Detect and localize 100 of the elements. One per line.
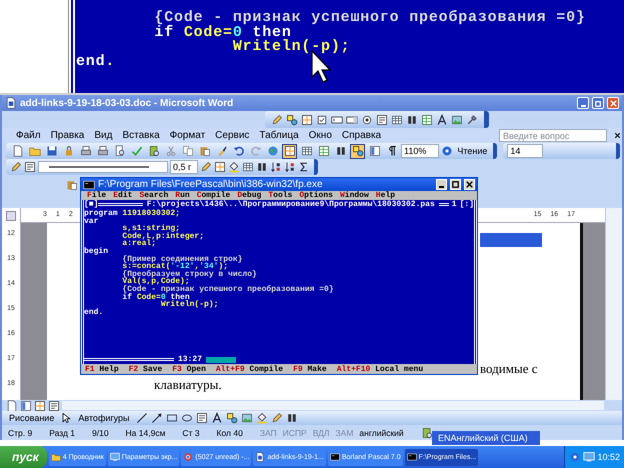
pointer-icon[interactable]: [60, 412, 72, 424]
line-style-dropdown[interactable]: [38, 161, 168, 173]
autoshapes-menu-button[interactable]: Автофигуры: [75, 413, 133, 423]
close-button[interactable]: [464, 179, 475, 190]
columns-icon[interactable]: [406, 114, 418, 126]
table-icon[interactable]: [391, 114, 403, 126]
fill-bucket-icon[interactable]: [228, 161, 240, 173]
shapes-icon: [352, 145, 364, 157]
wrench-icon[interactable]: [466, 114, 478, 126]
minimize-button[interactable]: [436, 179, 447, 190]
help-icon[interactable]: [569, 451, 582, 463]
menu-item[interactable]: Сервис: [211, 130, 254, 141]
status-item: Ст 3: [182, 428, 200, 438]
toolbar-button[interactable]: [350, 144, 365, 158]
shapes-icon[interactable]: [226, 412, 238, 424]
hotkey-hint[interactable]: F3 Open: [172, 364, 206, 374]
columns-icon[interactable]: [286, 412, 298, 424]
menu-item[interactable]: Search: [139, 191, 168, 200]
spreadsheet-icon[interactable]: [421, 114, 433, 126]
hotkey-hint[interactable]: Alt+F10 Local menu: [336, 364, 424, 374]
fill-bucket-icon[interactable]: [256, 412, 268, 424]
folder-icon: [28, 145, 40, 157]
hotkey-hint[interactable]: Alt+F9 Compile: [216, 364, 284, 374]
help-search-field[interactable]: Введите вопрос: [499, 129, 607, 142]
pencil-icon[interactable]: [200, 161, 212, 173]
sort-ascending-icon[interactable]: [270, 161, 282, 173]
menu-item[interactable]: Options: [299, 191, 333, 200]
rectangle-icon[interactable]: [166, 412, 178, 424]
letter-icon[interactable]: [210, 412, 223, 424]
columns-icon[interactable]: [256, 161, 268, 173]
menu-item[interactable]: File: [87, 191, 106, 200]
menu-item[interactable]: Таблица: [255, 130, 303, 141]
oval-icon[interactable]: [180, 412, 193, 424]
menu-item[interactable]: Edit: [113, 191, 132, 200]
radio-button-icon[interactable]: [361, 114, 373, 126]
menu-item[interactable]: Правка: [46, 130, 88, 141]
menu-item[interactable]: Tools: [268, 191, 292, 200]
pencil-icon[interactable]: [271, 114, 283, 126]
zoom-box[interactable]: [↕]: [460, 200, 474, 209]
toolbar-button[interactable]: [231, 144, 246, 158]
hotkey-hint[interactable]: F2 Save: [128, 364, 162, 374]
code-line: Code,L,p:integer;: [121, 232, 206, 240]
language-bar[interactable]: ENАнглийский (США): [432, 431, 540, 445]
table-icon: [300, 145, 312, 157]
menu-item[interactable]: Вставка: [118, 130, 164, 141]
status-item: ЗАМ: [336, 428, 354, 438]
hotkey-hint[interactable]: F9 Make: [293, 364, 327, 374]
table-border-icon[interactable]: [34, 400, 46, 412]
text-box-icon[interactable]: [196, 412, 208, 424]
menu-item[interactable]: Формат: [166, 130, 210, 141]
monitor-icon[interactable]: [583, 451, 596, 463]
status-item: 9/10: [92, 428, 109, 438]
menu-item[interactable]: Run: [175, 191, 190, 200]
line-weight-dropdown[interactable]: 0,5 г: [170, 160, 198, 174]
vertical-scrollbar[interactable]: [605, 208, 622, 400]
table-icon[interactable]: [242, 161, 254, 173]
close-icon[interactable]: [613, 131, 622, 140]
menu-item[interactable]: Файл: [12, 130, 45, 141]
clipboard-icon[interactable]: [66, 179, 78, 191]
code-line: if Code=0 then: [121, 294, 190, 302]
menu-item[interactable]: Window: [340, 191, 369, 200]
zoom-dropdown[interactable]: 110%: [401, 144, 440, 158]
text-box-icon[interactable]: [376, 114, 388, 126]
maximize-button[interactable]: [450, 179, 461, 190]
hotkey-hint[interactable]: F1 Help: [85, 364, 119, 374]
restore-button[interactable]: [592, 97, 604, 109]
picture-icon[interactable]: [240, 412, 253, 424]
picture-icon[interactable]: [451, 114, 463, 126]
clock: 10:52: [597, 452, 620, 462]
arrow-icon[interactable]: [150, 412, 163, 424]
drawing-menu-button[interactable]: Рисование: [6, 413, 58, 423]
menu-item[interactable]: Help: [376, 191, 396, 200]
sort-descending-icon[interactable]: [284, 161, 296, 173]
code-line: {Code - признак успешного преобразования =0}: [121, 286, 335, 294]
help-icon[interactable]: [441, 145, 454, 157]
letter-icon[interactable]: [436, 114, 448, 126]
toolbar-button[interactable]: [282, 144, 297, 158]
menu-item[interactable]: Debug: [237, 191, 262, 200]
text-box-icon[interactable]: [24, 161, 36, 173]
line-icon[interactable]: [136, 412, 148, 424]
horizontal-scrollbar[interactable]: [62, 401, 604, 410]
pencil-icon[interactable]: [10, 161, 22, 173]
horizontal-scrollbar[interactable]: [206, 356, 236, 362]
menu-item[interactable]: Compile: [196, 191, 230, 200]
menu-item[interactable]: Справка: [338, 130, 386, 141]
combo-box-icon[interactable]: [346, 114, 358, 126]
text-field-icon[interactable]: [331, 114, 343, 126]
checkbox-icon[interactable]: [316, 114, 328, 126]
tab-selector-icon[interactable]: [6, 211, 16, 221]
close-box[interactable]: [■]: [84, 200, 98, 209]
close-icon: [608, 98, 618, 108]
table-border-icon[interactable]: [301, 114, 313, 126]
shapes-icon[interactable]: [286, 114, 298, 126]
document-map-icon[interactable]: [20, 400, 32, 412]
font-size-dropdown[interactable]: 14: [507, 144, 544, 158]
menu-item[interactable]: Окно: [304, 130, 336, 141]
menu-item[interactable]: Вид: [90, 130, 116, 141]
table-border-icon[interactable]: [214, 161, 226, 173]
reading-button[interactable]: Чтение: [455, 146, 490, 156]
text-box-icon[interactable]: [48, 400, 60, 412]
